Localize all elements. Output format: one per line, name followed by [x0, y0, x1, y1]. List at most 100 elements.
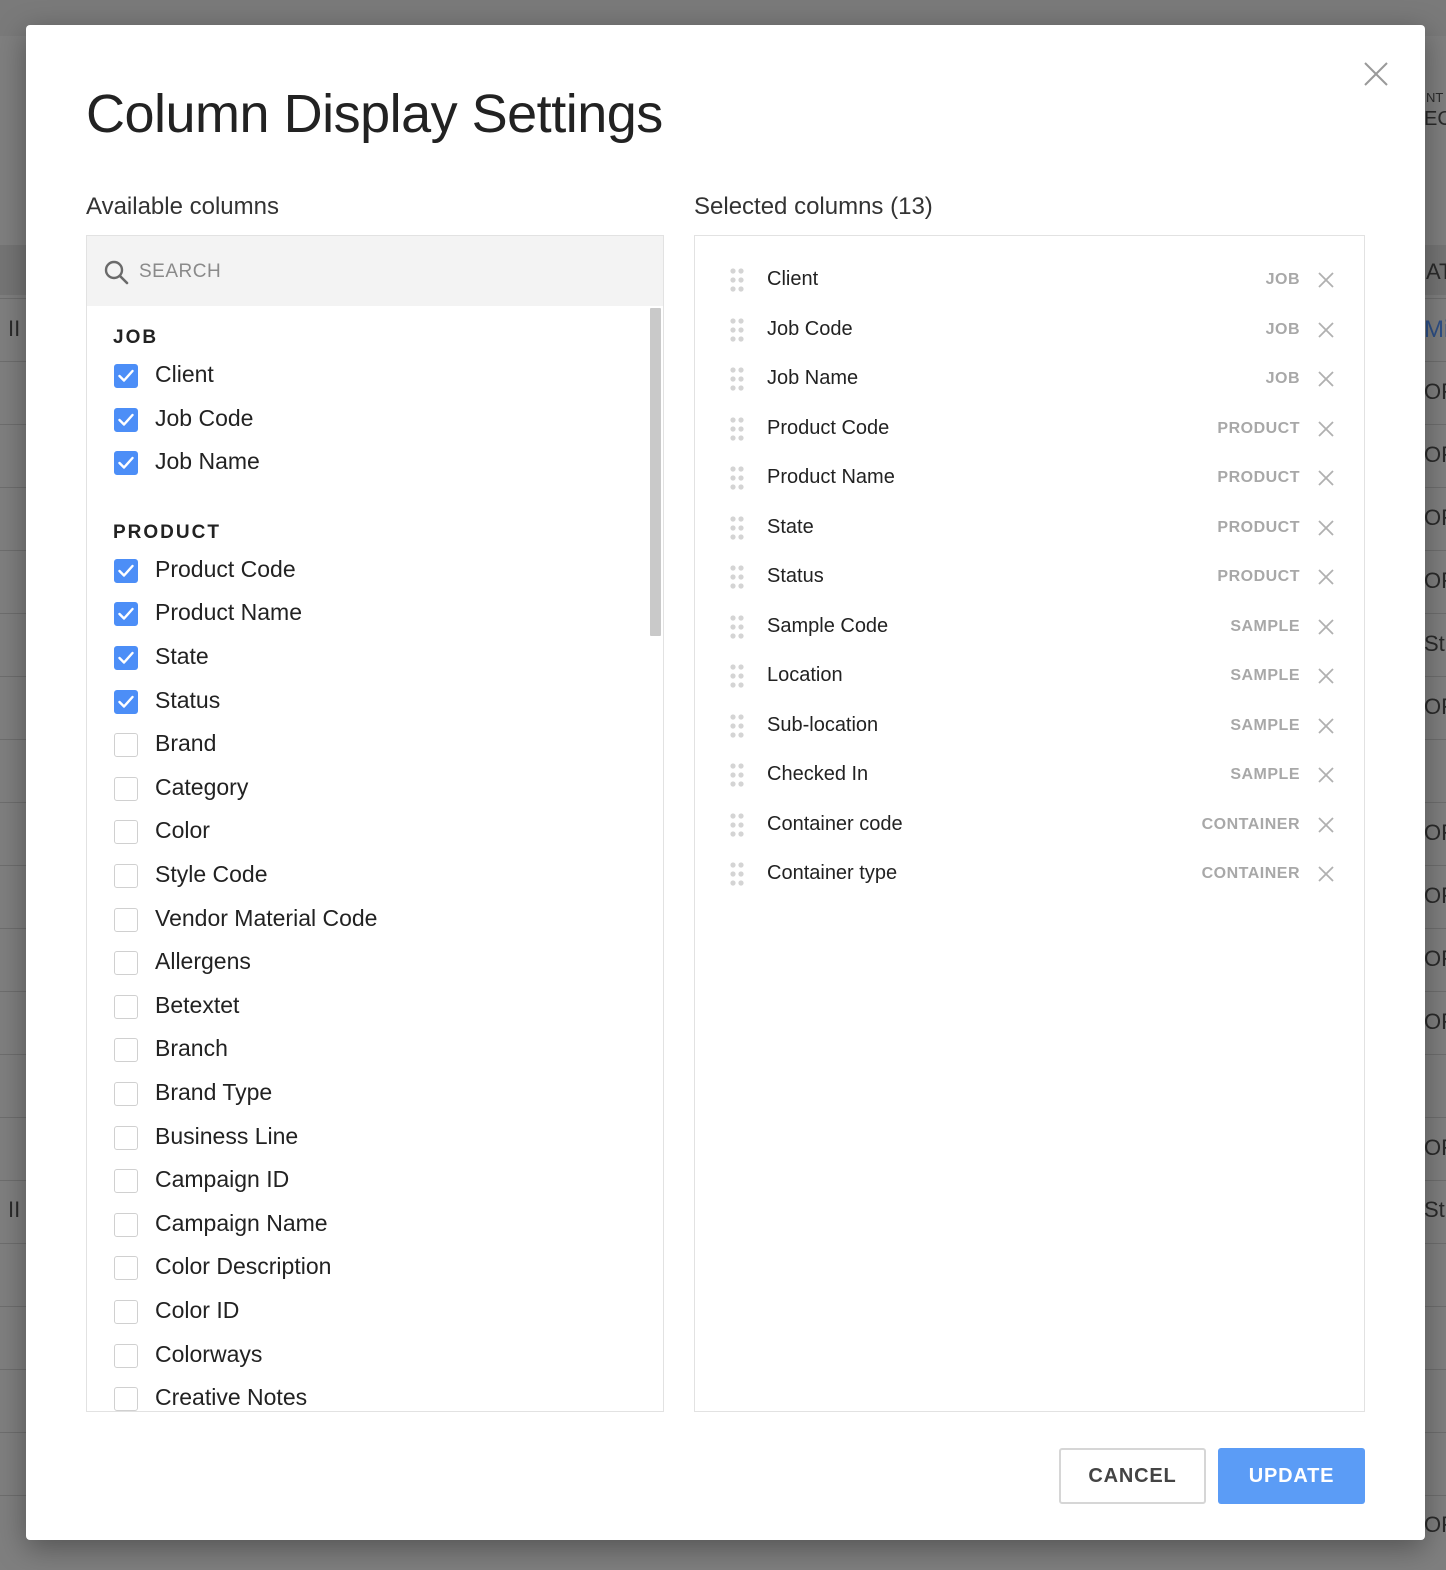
remove-icon[interactable]: [1317, 618, 1335, 636]
checkbox[interactable]: [114, 995, 138, 1019]
column-option[interactable]: Vendor Material Code: [114, 903, 634, 937]
search-input[interactable]: [137, 251, 641, 293]
selected-column-row[interactable]: Job Code JOB: [695, 310, 1364, 350]
selected-column-row[interactable]: Container type CONTAINER: [695, 854, 1364, 894]
remove-icon[interactable]: [1317, 717, 1335, 735]
drag-handle-icon[interactable]: [729, 267, 745, 293]
drag-handle-icon[interactable]: [729, 465, 745, 491]
checkbox[interactable]: [114, 864, 138, 888]
selected-column-row[interactable]: Sub-location SAMPLE: [695, 706, 1364, 746]
drag-handle-icon[interactable]: [729, 564, 745, 590]
drag-handle-icon[interactable]: [729, 317, 745, 343]
selected-column-label: Status: [767, 565, 824, 587]
column-option[interactable]: Brand Type: [114, 1077, 634, 1111]
checkbox[interactable]: [114, 1038, 138, 1062]
drag-handle-icon[interactable]: [729, 861, 745, 887]
column-option[interactable]: Job Name: [114, 446, 634, 480]
selected-column-label: Container type: [767, 862, 898, 884]
column-option-label: Colorways: [155, 1341, 263, 1367]
checkbox[interactable]: [114, 1300, 138, 1324]
column-option[interactable]: Color: [114, 815, 634, 849]
column-option[interactable]: Status: [114, 685, 634, 719]
selected-column-row[interactable]: Client JOB: [695, 260, 1364, 300]
selected-column-row[interactable]: Product Name PRODUCT: [695, 458, 1364, 498]
remove-icon[interactable]: [1317, 420, 1335, 438]
checkbox[interactable]: [114, 1126, 138, 1150]
selected-column-row[interactable]: Sample Code SAMPLE: [695, 607, 1364, 647]
drag-handle-icon[interactable]: [729, 812, 745, 838]
check-icon: [118, 695, 134, 708]
drag-handle-icon[interactable]: [729, 762, 745, 788]
selected-column-row[interactable]: Product Code PRODUCT: [695, 409, 1364, 449]
checkbox[interactable]: [114, 777, 138, 801]
drag-handle-icon[interactable]: [729, 614, 745, 640]
column-option[interactable]: Creative Notes: [114, 1382, 634, 1411]
checkbox[interactable]: [114, 1256, 138, 1280]
column-option[interactable]: Product Name: [114, 597, 634, 631]
checkbox[interactable]: [114, 408, 138, 432]
column-option[interactable]: Job Code: [114, 403, 634, 437]
checkbox[interactable]: [114, 733, 138, 757]
remove-icon[interactable]: [1317, 667, 1335, 685]
checkbox[interactable]: [114, 908, 138, 932]
drag-handle-icon[interactable]: [729, 713, 745, 739]
column-option[interactable]: Colorways: [114, 1339, 634, 1373]
checkbox[interactable]: [114, 1213, 138, 1237]
checkbox[interactable]: [114, 646, 138, 670]
update-button[interactable]: UPDATE: [1218, 1448, 1365, 1504]
column-display-settings-dialog: Column Display Settings Available column…: [26, 25, 1425, 1540]
checkbox[interactable]: [114, 951, 138, 975]
checkbox[interactable]: [114, 364, 138, 388]
column-option[interactable]: Campaign ID: [114, 1164, 634, 1198]
column-option[interactable]: Branch: [114, 1033, 634, 1067]
group-title-product: PRODUCT: [113, 521, 221, 543]
checkbox[interactable]: [114, 1387, 138, 1411]
drag-handle-icon[interactable]: [729, 416, 745, 442]
background-text-fragment: OF: [1424, 820, 1446, 845]
checkbox[interactable]: [114, 690, 138, 714]
checkbox[interactable]: [114, 451, 138, 475]
remove-icon[interactable]: [1317, 519, 1335, 537]
close-button[interactable]: [1362, 60, 1390, 88]
column-group-tag: SAMPLE: [1230, 717, 1300, 734]
remove-icon[interactable]: [1317, 568, 1335, 586]
drag-handle-icon[interactable]: [729, 663, 745, 689]
checkbox[interactable]: [114, 602, 138, 626]
column-option[interactable]: Style Code: [114, 859, 634, 893]
cancel-button[interactable]: CANCEL: [1059, 1448, 1206, 1504]
selected-column-row[interactable]: State PRODUCT: [695, 508, 1364, 548]
column-option[interactable]: Campaign Name: [114, 1208, 634, 1242]
column-option[interactable]: Betextet: [114, 990, 634, 1024]
remove-icon[interactable]: [1317, 766, 1335, 784]
column-option[interactable]: Color Description: [114, 1251, 634, 1285]
column-option[interactable]: Client: [114, 359, 634, 393]
remove-icon[interactable]: [1317, 865, 1335, 883]
column-group-tag: CONTAINER: [1201, 865, 1300, 882]
checkbox[interactable]: [114, 1169, 138, 1193]
remove-icon[interactable]: [1317, 271, 1335, 289]
check-icon: [118, 564, 134, 577]
column-option[interactable]: Product Code: [114, 554, 634, 588]
drag-handle-icon[interactable]: [729, 515, 745, 541]
selected-column-row[interactable]: Checked In SAMPLE: [695, 755, 1364, 795]
selected-column-row[interactable]: Status PRODUCT: [695, 557, 1364, 597]
selected-column-row[interactable]: Location SAMPLE: [695, 656, 1364, 696]
column-option[interactable]: Allergens: [114, 946, 634, 980]
checkbox[interactable]: [114, 1344, 138, 1368]
selected-column-row[interactable]: Job Name JOB: [695, 359, 1364, 399]
checkbox[interactable]: [114, 559, 138, 583]
column-option[interactable]: Color ID: [114, 1295, 634, 1329]
remove-icon[interactable]: [1317, 469, 1335, 487]
remove-icon[interactable]: [1317, 321, 1335, 339]
remove-icon[interactable]: [1317, 816, 1335, 834]
column-option[interactable]: Brand: [114, 728, 634, 762]
checkbox[interactable]: [114, 820, 138, 844]
column-option[interactable]: State: [114, 641, 634, 675]
selected-column-row[interactable]: Container code CONTAINER: [695, 805, 1364, 845]
checkbox[interactable]: [114, 1082, 138, 1106]
drag-handle-icon[interactable]: [729, 366, 745, 392]
column-option[interactable]: Category: [114, 772, 634, 806]
remove-icon[interactable]: [1317, 370, 1335, 388]
column-option[interactable]: Business Line: [114, 1121, 634, 1155]
scrollbar-thumb[interactable]: [650, 308, 661, 636]
